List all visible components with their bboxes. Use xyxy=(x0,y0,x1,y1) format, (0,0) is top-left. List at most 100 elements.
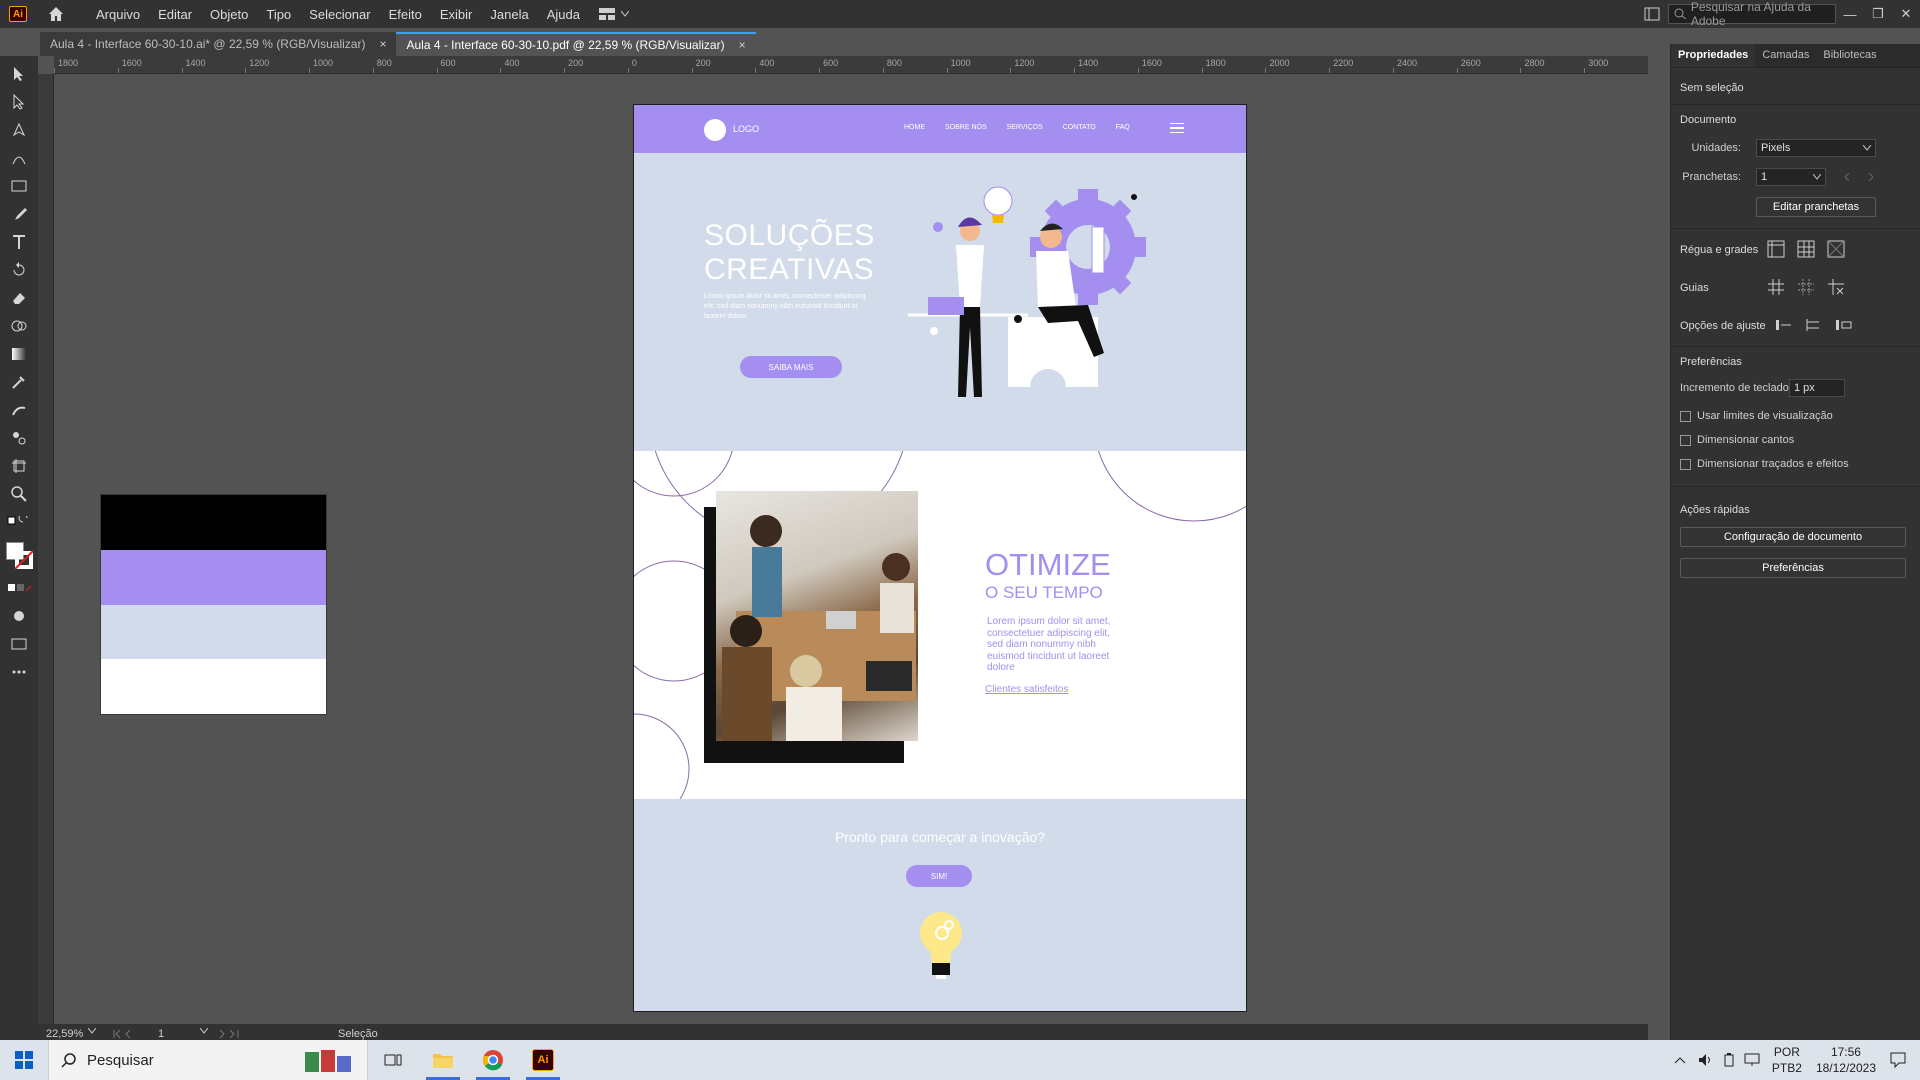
grid-icon[interactable] xyxy=(1797,240,1815,258)
swatch-purple[interactable] xyxy=(101,549,326,605)
puppet-warp-tool-icon[interactable] xyxy=(7,400,31,420)
artboards-label: Pranchetas: xyxy=(1682,171,1741,183)
artboard[interactable]: LOGO HOME SOBRE NÓS SERVIÇOS CONTATO FAQ… xyxy=(633,104,1247,1012)
color-palette-swatches[interactable] xyxy=(100,494,327,715)
menu-editar[interactable]: Editar xyxy=(149,7,201,22)
close-tab-icon[interactable]: × xyxy=(739,38,746,52)
checkbox-box[interactable] xyxy=(1680,434,1691,446)
paintbrush-tool-icon[interactable] xyxy=(7,204,31,224)
menu-objeto[interactable]: Objeto xyxy=(201,7,257,22)
nav-contato: CONTATO xyxy=(1062,124,1096,131)
guides-show-icon[interactable] xyxy=(1767,278,1785,296)
menu-tipo[interactable]: Tipo xyxy=(257,7,300,22)
units-select[interactable]: Pixels xyxy=(1756,139,1876,157)
network-icon[interactable] xyxy=(1744,1053,1760,1067)
artboard-tool-icon[interactable] xyxy=(7,456,31,476)
canvas-area[interactable]: LOGO HOME SOBRE NÓS SERVIÇOS CONTATO FAQ… xyxy=(54,74,1648,1034)
edit-artboards-button[interactable]: Editar pranchetas xyxy=(1756,197,1876,217)
ruler-icon[interactable] xyxy=(1767,240,1785,258)
horizontal-ruler[interactable]: 1800 1600 1400 1200 1000 800 600 400 200 0 200 400 6… xyxy=(54,56,1648,74)
tab-bibliotecas[interactable]: Bibliotecas xyxy=(1816,44,1883,67)
task-view-icon[interactable] xyxy=(368,1040,418,1080)
ruler-tick xyxy=(564,68,566,73)
menu-selecionar[interactable]: Selecionar xyxy=(300,7,379,22)
artboards-select[interactable]: 1 xyxy=(1756,168,1826,186)
workspace-switcher[interactable] xyxy=(598,8,629,20)
close-tab-icon[interactable]: × xyxy=(379,37,386,51)
menu-janela[interactable]: Janela xyxy=(481,7,537,22)
layout-grid-icon xyxy=(598,8,615,20)
swatch-light-blue[interactable] xyxy=(101,604,326,660)
checkbox-box[interactable] xyxy=(1680,458,1691,470)
artboard-next-arrows-icon[interactable] xyxy=(218,1029,258,1039)
more-tools-icon[interactable] xyxy=(7,662,31,682)
gradient-tool-icon[interactable] xyxy=(7,344,31,364)
zoom-tool-icon[interactable] xyxy=(7,484,31,504)
checkbox-box[interactable] xyxy=(1680,410,1691,422)
menu-arquivo[interactable]: Arquivo xyxy=(87,7,149,22)
selection-status: Sem seleção xyxy=(1680,82,1744,94)
restore-button[interactable]: ❐ xyxy=(1864,6,1892,22)
close-window-button[interactable]: ✕ xyxy=(1892,6,1920,22)
snap-to-pixel-icon[interactable] xyxy=(1835,316,1853,334)
default-colors-icon[interactable] xyxy=(7,512,31,532)
menu-efeito[interactable]: Efeito xyxy=(380,7,431,22)
drawing-mode-icon[interactable] xyxy=(7,606,31,626)
chrome-icon[interactable] xyxy=(468,1040,518,1080)
checkbox-view-bounds[interactable]: Usar limites de visualização xyxy=(1680,410,1833,422)
keyboard-increment-input[interactable]: 1 px xyxy=(1789,379,1845,397)
symbol-sprayer-tool-icon[interactable] xyxy=(7,428,31,448)
selection-tool-icon[interactable] xyxy=(7,64,31,84)
guides-clear-icon[interactable] xyxy=(1827,278,1845,296)
illustrator-taskbar-icon[interactable]: Ai xyxy=(518,1040,568,1080)
rotate-tool-icon[interactable] xyxy=(7,260,31,280)
tab-document-ai[interactable]: Aula 4 - Interface 60-30-10.ai* @ 22,59 … xyxy=(40,32,397,56)
taskbar-search[interactable]: Pesquisar xyxy=(48,1040,368,1080)
eraser-tool-icon[interactable] xyxy=(7,288,31,308)
windows-start-icon[interactable] xyxy=(0,1040,48,1080)
clock[interactable]: 17:56 18/12/2023 xyxy=(1816,1044,1876,1076)
tab-camadas[interactable]: Camadas xyxy=(1755,44,1816,67)
preferences-button[interactable]: Preferências xyxy=(1680,558,1906,578)
divider xyxy=(1671,346,1920,347)
artboard-number-select[interactable]: 1 xyxy=(158,1028,208,1040)
file-explorer-icon[interactable] xyxy=(418,1040,468,1080)
chevron-up-icon[interactable] xyxy=(1674,1056,1686,1064)
transparency-grid-icon[interactable] xyxy=(1827,240,1845,258)
checkbox-scale-strokes[interactable]: Dimensionar traçados e efeitos xyxy=(1680,458,1849,470)
input-language[interactable]: POR PTB2 xyxy=(1772,1044,1802,1076)
pen-tool-icon[interactable] xyxy=(7,120,31,140)
tab-propriedades[interactable]: Propriedades xyxy=(1671,44,1756,67)
home-icon[interactable] xyxy=(47,5,65,23)
minimize-button[interactable]: — xyxy=(1836,7,1864,22)
swatch-black[interactable] xyxy=(101,495,326,550)
shape-builder-tool-icon[interactable] xyxy=(7,316,31,336)
document-setup-button[interactable]: Configuração de documento xyxy=(1680,527,1906,547)
snap-to-grid-icon[interactable] xyxy=(1805,316,1823,334)
fill-stroke-swatch[interactable] xyxy=(4,540,34,570)
direct-selection-tool-icon[interactable] xyxy=(7,92,31,112)
guides-lock-icon[interactable] xyxy=(1797,278,1815,296)
rectangle-tool-icon[interactable] xyxy=(7,176,31,196)
color-mode-icon[interactable] xyxy=(7,578,31,598)
swatch-white[interactable] xyxy=(101,659,326,714)
battery-icon[interactable] xyxy=(1722,1053,1736,1067)
eyedropper-tool-icon[interactable] xyxy=(7,372,31,392)
panel-toggle-icon[interactable] xyxy=(1644,7,1660,21)
menu-exibir[interactable]: Exibir xyxy=(431,7,482,22)
checkbox-scale-corners[interactable]: Dimensionar cantos xyxy=(1680,434,1794,446)
tab-document-pdf[interactable]: Aula 4 - Interface 60-30-10.pdf @ 22,59 … xyxy=(396,32,756,56)
chevron-down-icon xyxy=(1813,174,1821,180)
curvature-tool-icon[interactable] xyxy=(7,148,31,168)
type-tool-icon[interactable] xyxy=(7,232,31,252)
help-search-input[interactable]: Pesquisar na Ajuda da Adobe xyxy=(1668,0,1836,28)
zoom-select[interactable]: 22,59% xyxy=(46,1028,96,1040)
artboard-prev-arrows-icon[interactable] xyxy=(112,1029,152,1039)
volume-icon[interactable] xyxy=(1698,1053,1714,1067)
vertical-ruler[interactable] xyxy=(38,74,54,1034)
menu-ajuda[interactable]: Ajuda xyxy=(538,7,589,22)
screen-mode-icon[interactable] xyxy=(7,634,31,654)
snap-to-point-icon[interactable] xyxy=(1775,316,1793,334)
artboard-nav-arrows-icon[interactable] xyxy=(1843,172,1879,182)
notifications-icon[interactable] xyxy=(1890,1052,1906,1068)
